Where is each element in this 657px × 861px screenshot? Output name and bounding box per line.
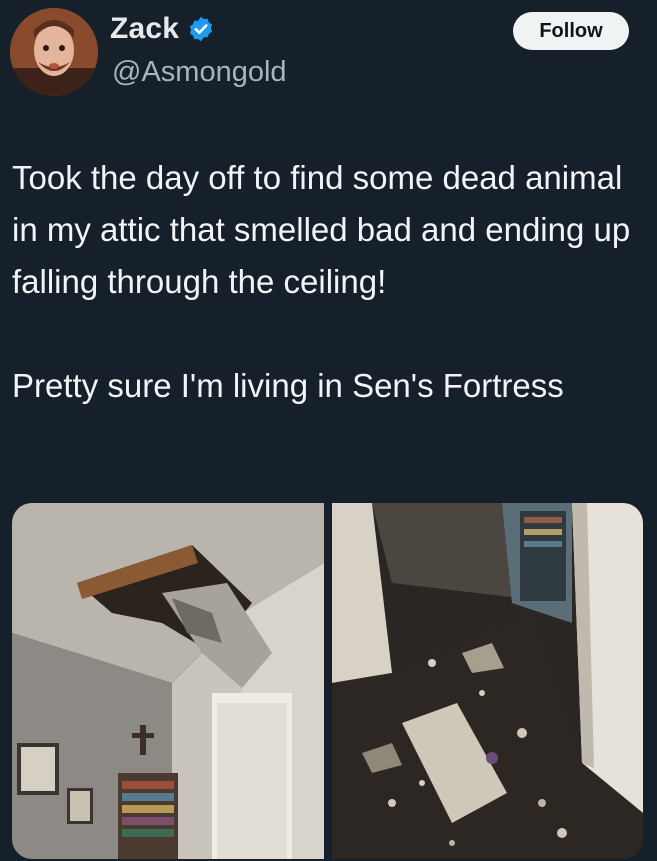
tweet-header: Zack @Asmongold Follow (0, 0, 657, 110)
ceiling-hole-photo[interactable] (12, 503, 324, 859)
debris-floor-photo[interactable] (332, 503, 643, 859)
verified-badge-icon (190, 16, 213, 42)
tweet-paragraph: Took the day off to find some dead anima… (12, 159, 631, 300)
name-row: Zack (110, 12, 215, 46)
media-grid (12, 503, 643, 859)
avatar[interactable] (10, 8, 98, 96)
follow-button[interactable]: Follow (513, 12, 629, 50)
tweet-text: Took the day off to find some dead anima… (12, 152, 642, 412)
avatar-image (10, 8, 98, 96)
user-handle[interactable]: @Asmongold (112, 56, 287, 89)
display-name[interactable]: Zack (110, 12, 179, 46)
tweet-paragraph: Pretty sure I'm living in Sen's Fortress (12, 367, 564, 404)
